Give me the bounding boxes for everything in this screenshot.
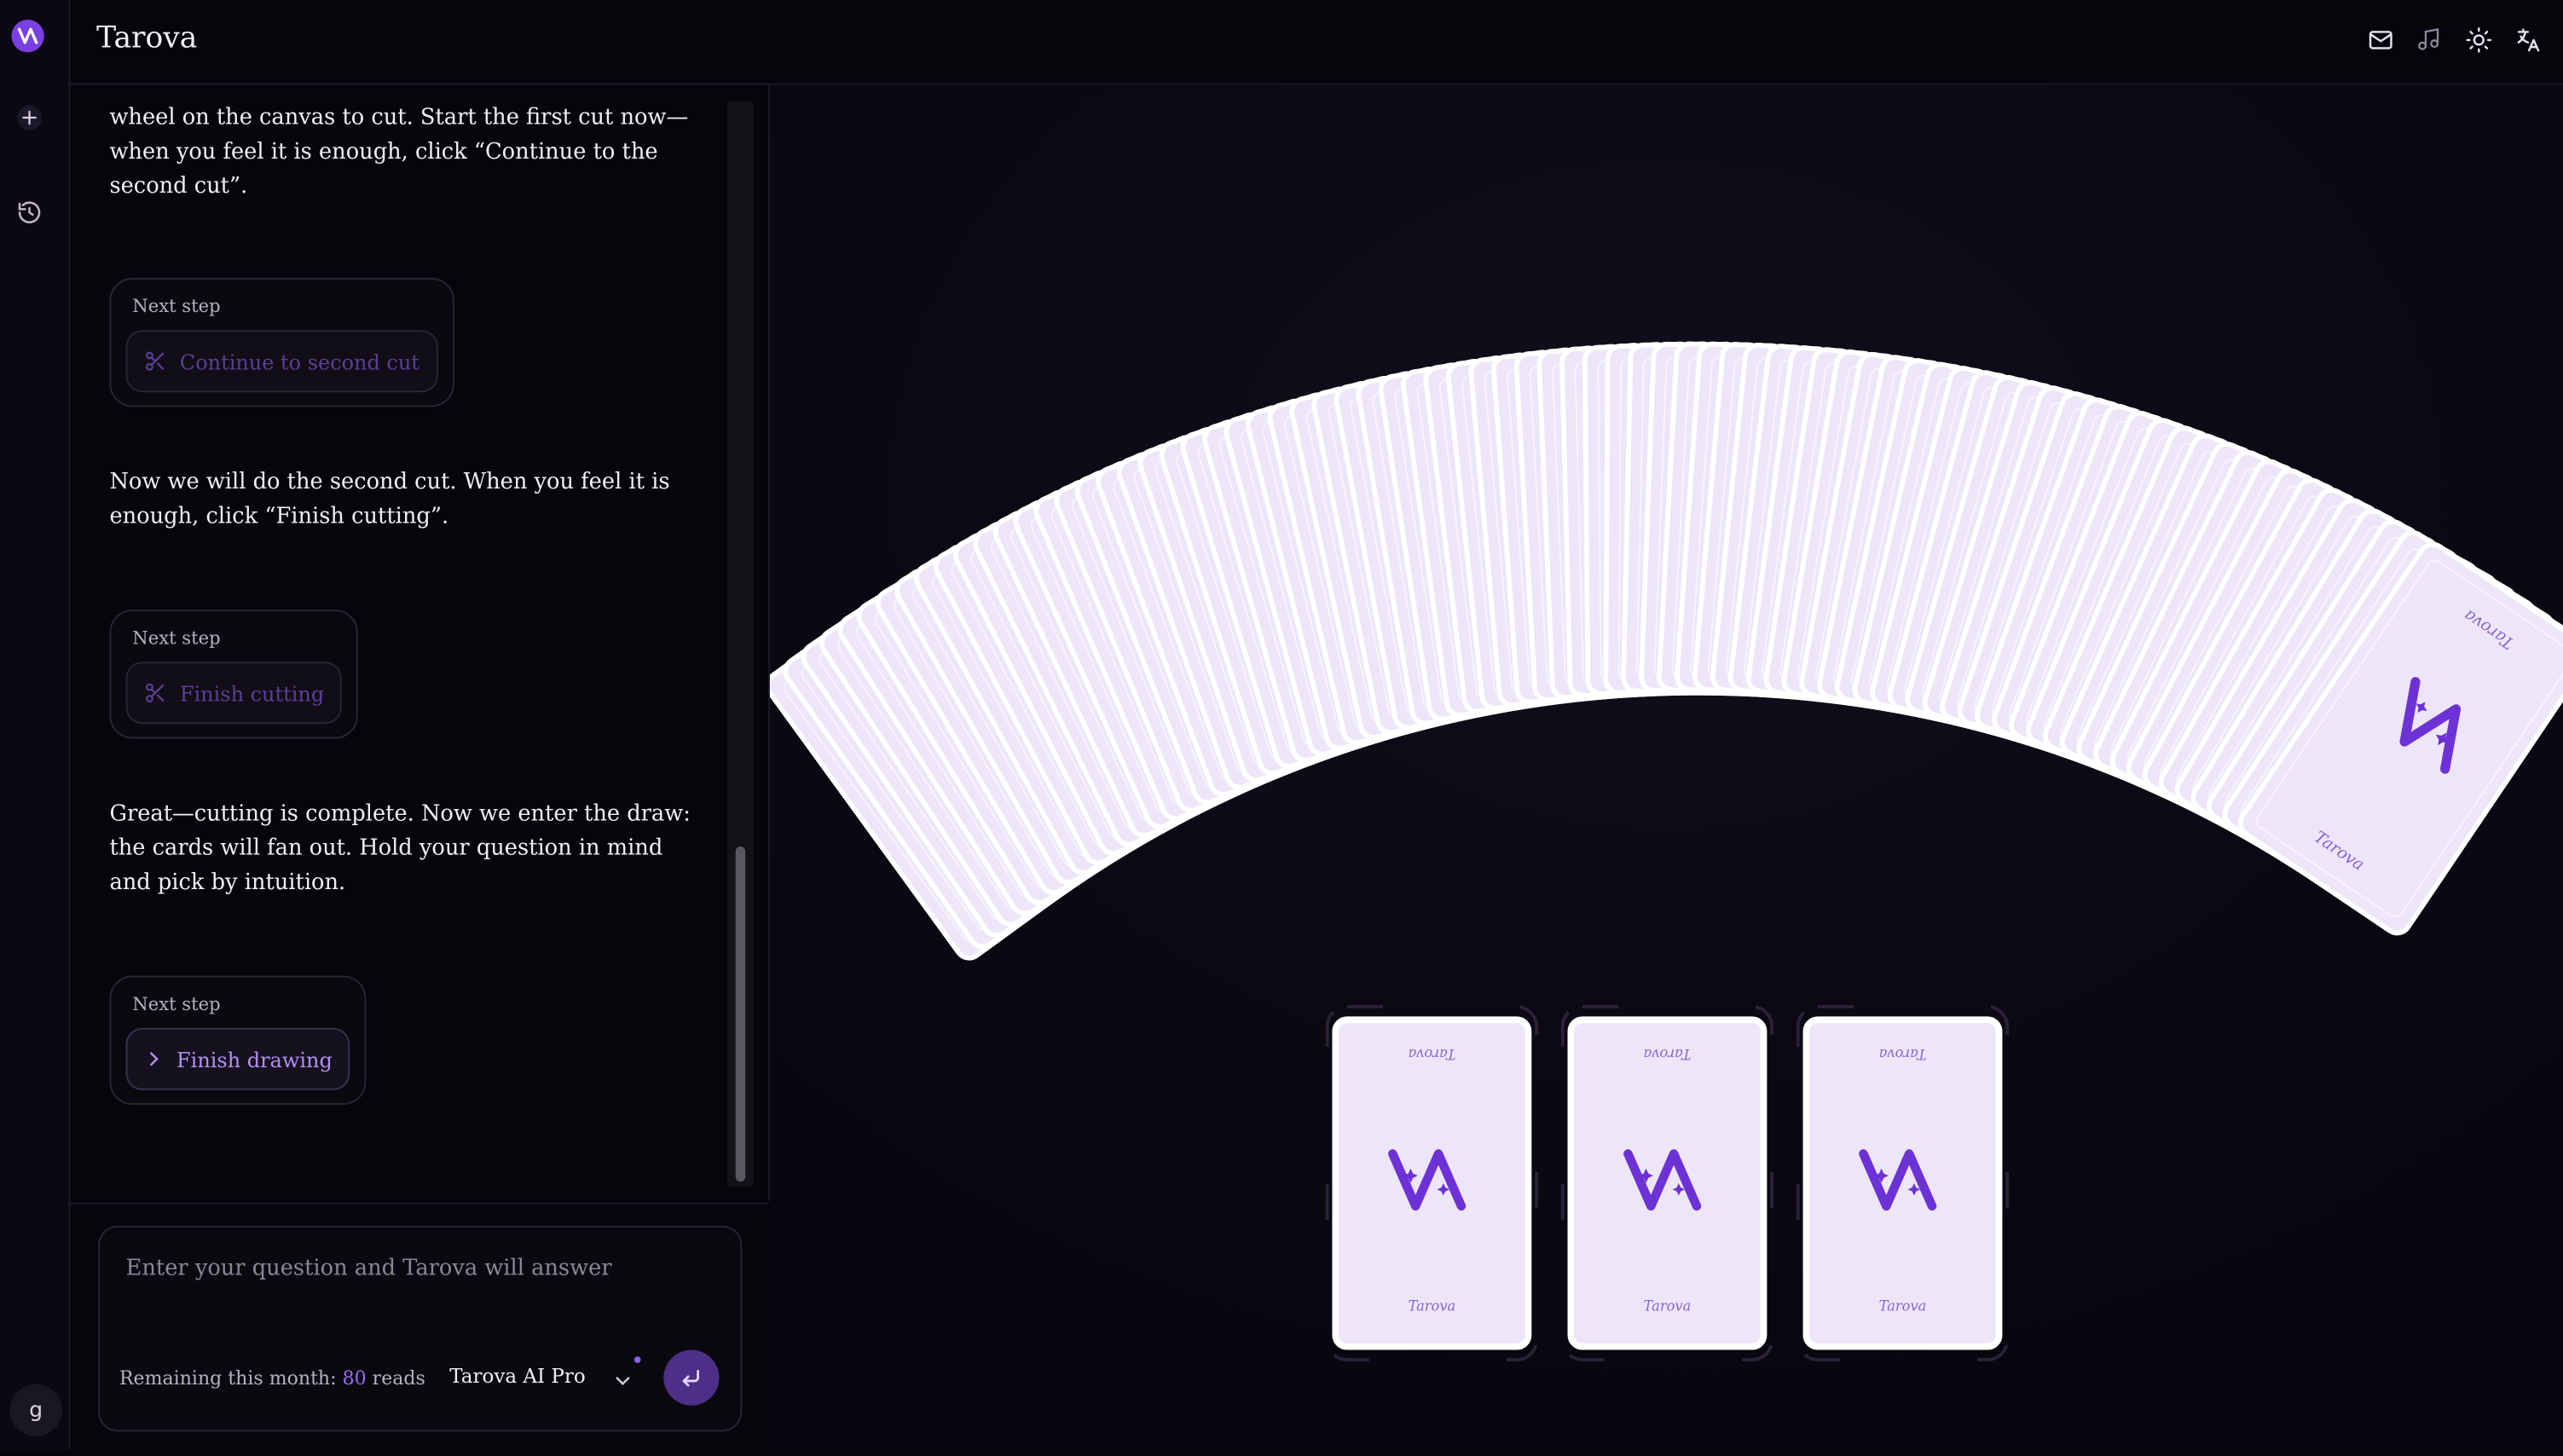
deck-svg[interactable]: TarovaTarova TarovaTarovaTarovaTarovaTar… — [765, 84, 2563, 1450]
history-button[interactable] — [13, 196, 45, 228]
scissors-icon — [144, 350, 167, 373]
step-button-label: Continue to second cut — [179, 349, 419, 374]
continue-second-cut-button[interactable]: Continue to second cut — [125, 330, 438, 393]
plus-icon — [14, 103, 44, 133]
notification-dot — [634, 1356, 641, 1363]
new-chat-button[interactable] — [13, 101, 45, 134]
next-step-label: Next step — [132, 627, 221, 650]
app-title: Tarova — [96, 20, 198, 56]
history-icon — [16, 199, 43, 226]
step-button-label: Finish drawing — [176, 1046, 333, 1072]
top-bar: Tarova — [70, 0, 2563, 85]
model-selector[interactable]: Tarova AI Pro — [449, 1365, 586, 1388]
enter-icon — [679, 1365, 705, 1391]
composer: Enter your question and Tarova will answ… — [70, 1202, 769, 1452]
chevron-right-icon — [144, 1049, 164, 1069]
card-brand-text: Tarova — [1408, 1298, 1455, 1314]
drawn-card[interactable]: Tarova Tarova — [1560, 1005, 1774, 1361]
next-step-label: Next step — [132, 993, 221, 1015]
chat-panel: wheel on the canvas to cut. Start the fi… — [70, 84, 770, 1202]
translate-icon[interactable] — [2511, 23, 2543, 55]
drawn-card-slots[interactable]: Tarova Tarova Tarova Tarova Tarova Tarova — [1325, 1005, 2010, 1361]
card-canvas[interactable]: Tarova Tarova Tarova Tarova Tarova Tarova Tar… — [765, 84, 2563, 1450]
step-button-label: Finish cutting — [179, 680, 325, 706]
mail-icon[interactable] — [2363, 23, 2396, 55]
chat-message: Now we will do the second cut. When you … — [109, 471, 670, 530]
card-brand-text: Tarova — [1879, 1298, 1927, 1314]
chat-message: Great—cutting is complete. Now we enter … — [109, 802, 691, 896]
drawn-card[interactable]: Tarova Tarova — [1796, 1005, 2010, 1361]
next-step-card: Next step Continue to second cut — [109, 277, 454, 407]
finish-drawing-button[interactable]: Finish drawing — [125, 1027, 350, 1090]
chat-message: wheel on the canvas to cut. Start the fi… — [109, 106, 689, 199]
scrollbar-thumb[interactable] — [735, 846, 746, 1182]
question-input[interactable]: Enter your question and Tarova will answ… — [126, 1257, 612, 1281]
music-icon[interactable] — [2413, 23, 2445, 55]
logo-icon[interactable] — [11, 20, 44, 53]
finish-cutting-button[interactable]: Finish cutting — [125, 662, 343, 725]
sun-icon[interactable] — [2462, 23, 2494, 55]
scissors-icon — [144, 681, 167, 704]
avatar[interactable]: g — [9, 1384, 62, 1437]
chat-scrollbar[interactable] — [727, 101, 754, 1187]
question-input-box[interactable]: Enter your question and Tarova will answ… — [98, 1225, 743, 1432]
card-brand-text: Tarova — [1879, 1046, 1927, 1062]
drawn-card[interactable]: Tarova Tarova — [1325, 1005, 1538, 1361]
next-step-card: Next step Finish drawing — [109, 975, 367, 1105]
next-step-card: Next step Finish cutting — [109, 610, 359, 739]
chevron-down-icon[interactable] — [611, 1368, 634, 1391]
next-step-label: Next step — [132, 295, 221, 317]
left-rail: g — [0, 0, 71, 1450]
card-brand-text: Tarova — [1644, 1298, 1692, 1314]
send-button[interactable] — [663, 1349, 720, 1406]
card-brand-text: Tarova — [1644, 1046, 1692, 1062]
card-brand-text: Tarova — [1408, 1046, 1455, 1062]
remaining-reads: Remaining this month: 80 reads — [119, 1366, 425, 1390]
